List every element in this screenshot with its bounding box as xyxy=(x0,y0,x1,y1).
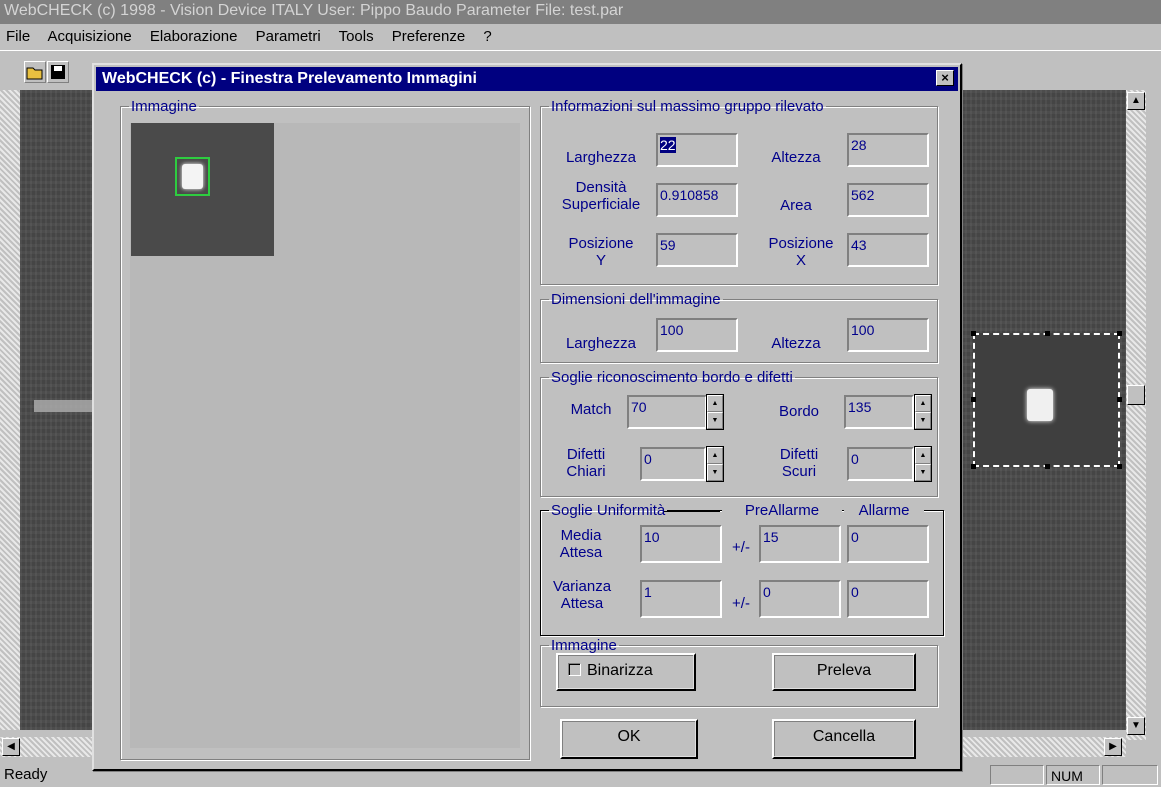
altezza-field[interactable]: 28 xyxy=(847,133,929,167)
status-num: NUM xyxy=(1046,765,1100,785)
workspace-left-margin xyxy=(0,90,20,730)
spin-up-icon[interactable]: ▲ xyxy=(707,395,723,412)
menu-bar: File Acquisizione Elaborazione Parametri… xyxy=(0,24,1161,48)
bordo-label: Bordo xyxy=(778,403,820,420)
altezza-label: Altezza xyxy=(771,149,821,166)
posizione-x-label: Posizione X xyxy=(768,235,834,269)
status-panel-empty xyxy=(990,765,1044,785)
dims-altezza-field[interactable]: 100 xyxy=(847,318,929,352)
spin-up-icon[interactable]: ▲ xyxy=(915,395,931,412)
prealarm-header: PreAllarme xyxy=(722,502,842,519)
alarm-header: Allarme xyxy=(844,502,924,519)
image-group-legend: Immagine xyxy=(131,98,197,115)
larghezza-label: Larghezza xyxy=(565,149,637,166)
close-icon[interactable]: × xyxy=(936,70,954,86)
resize-handle[interactable] xyxy=(971,464,976,469)
menu-tools[interactable]: Tools xyxy=(339,28,374,45)
open-folder-icon[interactable] xyxy=(24,61,46,83)
match-label: Match xyxy=(570,401,612,418)
area-label: Area xyxy=(780,197,812,214)
scroll-left-icon[interactable]: ◀ xyxy=(2,738,20,756)
densita-label: Densità Superficiale xyxy=(561,179,641,213)
detection-box xyxy=(175,157,210,196)
scuri-spinner[interactable]: ▲ ▼ xyxy=(914,446,932,482)
thresholds-legend: Soglie riconoscimento bordo e difetti xyxy=(551,369,793,386)
preleva-button[interactable]: Preleva xyxy=(772,653,916,691)
difetti-scuri-label: Difetti Scuri xyxy=(779,446,819,480)
match-field[interactable]: 70 xyxy=(627,395,707,429)
spin-up-icon[interactable]: ▲ xyxy=(915,447,931,464)
image-capture-dialog: WebCHECK (c) - Finestra Prelevamento Imm… xyxy=(92,63,962,771)
media-plusminus: +/- xyxy=(732,539,750,556)
ok-button[interactable]: OK xyxy=(560,719,698,759)
status-panel-empty xyxy=(1102,765,1158,785)
scroll-down-icon[interactable]: ▼ xyxy=(1127,717,1145,735)
varianza-field[interactable]: 1 xyxy=(640,580,722,618)
detected-blob xyxy=(182,164,203,189)
dims-legend: Dimensioni dell'immagine xyxy=(551,291,721,308)
vertical-scrollbar[interactable]: ▲ ▼ xyxy=(1126,90,1146,740)
difetti-chiari-label: Difetti Chiari xyxy=(566,446,606,480)
spin-down-icon[interactable]: ▼ xyxy=(707,412,723,429)
scroll-thumb[interactable] xyxy=(1127,385,1145,405)
binarizza-checkbox[interactable] xyxy=(568,663,581,676)
resize-handle[interactable] xyxy=(971,397,976,402)
dialog-title: WebCHECK (c) - Finestra Prelevamento Imm… xyxy=(102,70,477,87)
dims-altezza-label: Altezza xyxy=(771,335,821,352)
resize-handle[interactable] xyxy=(1045,464,1050,469)
spin-up-icon[interactable]: ▲ xyxy=(707,447,723,464)
chiari-spinner[interactable]: ▲ ▼ xyxy=(706,446,724,482)
difetti-chiari-field[interactable]: 0 xyxy=(640,447,706,481)
area-field[interactable]: 562 xyxy=(847,183,929,217)
legend-divider xyxy=(664,511,720,512)
uniformity-legend: Soglie Uniformità xyxy=(551,502,666,519)
menu-preferenze[interactable]: Preferenze xyxy=(392,28,465,45)
menu-acquisizione[interactable]: Acquisizione xyxy=(48,28,132,45)
cancel-button[interactable]: Cancella xyxy=(772,719,916,759)
varianza-prealarm-field[interactable]: 0 xyxy=(759,580,841,618)
media-prealarm-field[interactable]: 15 xyxy=(759,525,841,563)
media-field[interactable]: 10 xyxy=(640,525,722,563)
detected-blob xyxy=(1027,389,1053,421)
resize-handle[interactable] xyxy=(971,331,976,336)
menu-file[interactable]: File xyxy=(6,28,30,45)
dialog-title-bar: WebCHECK (c) - Finestra Prelevamento Imm… xyxy=(96,67,958,91)
varianza-plusminus: +/- xyxy=(732,595,750,612)
binarizza-button[interactable]: Binarizza xyxy=(556,653,696,691)
match-spinner[interactable]: ▲ ▼ xyxy=(706,394,724,430)
densita-field[interactable]: 0.910858 xyxy=(656,183,738,217)
selected-region[interactable] xyxy=(971,331,1122,469)
scroll-right-icon[interactable]: ▶ xyxy=(1104,738,1122,756)
varianza-alarm-field[interactable]: 0 xyxy=(847,580,929,618)
dims-larghezza-field[interactable]: 100 xyxy=(656,318,738,352)
resize-handle[interactable] xyxy=(1117,331,1122,336)
resize-handle[interactable] xyxy=(1045,331,1050,336)
spin-down-icon[interactable]: ▼ xyxy=(915,464,931,481)
info-legend: Informazioni sul massimo gruppo rilevato xyxy=(551,98,824,115)
menu-parametri[interactable]: Parametri xyxy=(256,28,321,45)
app-title-bar: WebCHECK (c) 1998 - Vision Device ITALY … xyxy=(0,0,1161,24)
bordo-field[interactable]: 135 xyxy=(844,395,914,429)
spin-down-icon[interactable]: ▼ xyxy=(707,464,723,481)
varianza-label: Varianza Attesa xyxy=(552,578,612,612)
scroll-up-icon[interactable]: ▲ xyxy=(1127,92,1145,110)
larghezza-field[interactable]: 22 xyxy=(656,133,738,167)
dims-larghezza-label: Larghezza xyxy=(565,335,637,352)
difetti-scuri-field[interactable]: 0 xyxy=(847,447,914,481)
menu-help[interactable]: ? xyxy=(483,28,491,45)
posizione-y-label: Posizione Y xyxy=(568,235,634,269)
resize-handle[interactable] xyxy=(1117,464,1122,469)
posizione-x-field[interactable]: 43 xyxy=(847,233,929,267)
spin-down-icon[interactable]: ▼ xyxy=(915,412,931,429)
media-label: Media Attesa xyxy=(559,527,603,561)
save-disk-icon[interactable] xyxy=(47,61,69,83)
image-options-legend: Immagine xyxy=(551,637,617,654)
bordo-spinner[interactable]: ▲ ▼ xyxy=(914,394,932,430)
image-thumbnail xyxy=(131,123,274,256)
status-ready: Ready xyxy=(4,766,48,783)
resize-handle[interactable] xyxy=(1117,397,1122,402)
menu-elaborazione[interactable]: Elaborazione xyxy=(150,28,238,45)
posizione-y-field[interactable]: 59 xyxy=(656,233,738,267)
media-alarm-field[interactable]: 0 xyxy=(847,525,929,563)
